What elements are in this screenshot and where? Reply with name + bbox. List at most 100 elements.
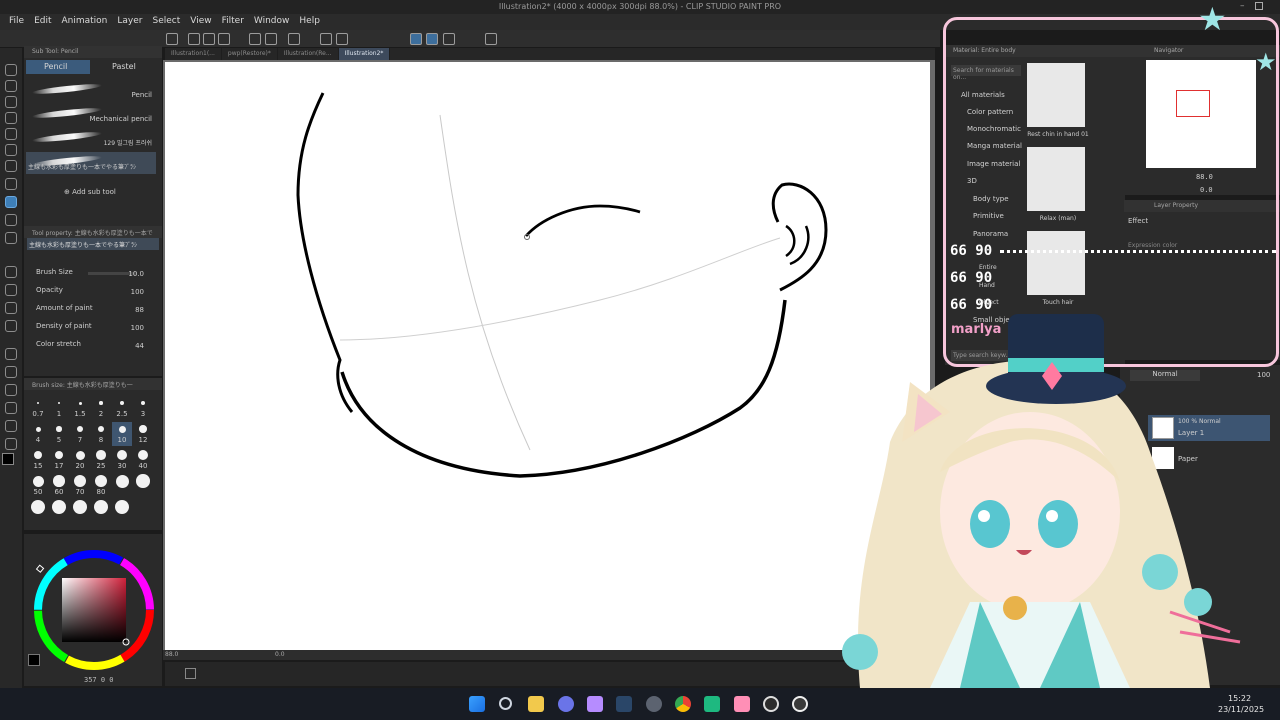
balloon-tool-icon[interactable] <box>5 420 17 432</box>
brush-size-option[interactable]: 30 <box>112 448 132 472</box>
lasso-tool-icon[interactable] <box>5 144 17 156</box>
brush-size-option[interactable]: 2 <box>91 396 111 420</box>
brush-size-option[interactable] <box>28 500 48 524</box>
brush-size-option[interactable]: 25 <box>91 448 111 472</box>
prop-opacity-value[interactable]: 100 <box>131 288 144 296</box>
document-tab[interactable]: Illustration2* <box>338 48 391 60</box>
app-star-icon[interactable] <box>587 696 603 712</box>
operation-tool-icon[interactable] <box>5 96 17 108</box>
menu-window[interactable]: Window <box>249 14 295 30</box>
eraser-tool-icon[interactable] <box>5 266 17 278</box>
prop-amount-value[interactable]: 88 <box>135 306 144 314</box>
undo-icon[interactable] <box>249 33 261 45</box>
brush-size-option[interactable] <box>112 474 132 498</box>
brush-size-option[interactable]: 50 <box>28 474 48 498</box>
pen-pressure-icon[interactable] <box>443 33 455 45</box>
brush-size-option[interactable] <box>49 500 69 524</box>
selection-tool-icon[interactable] <box>5 128 17 140</box>
brush-size-option[interactable] <box>133 474 153 498</box>
text-tool-icon[interactable] <box>5 402 17 414</box>
canvas-paper[interactable] <box>165 62 930 650</box>
brush-size-option[interactable]: 8 <box>91 422 111 446</box>
brush-size-option[interactable]: 70 <box>70 474 90 498</box>
file-explorer-icon[interactable] <box>528 696 544 712</box>
blend-tool-icon[interactable] <box>5 284 17 296</box>
status-angle[interactable]: 0.0 <box>275 651 285 658</box>
reference-icon[interactable] <box>485 33 497 45</box>
prop-brush-size-value[interactable]: 10.0 <box>128 270 144 278</box>
steam-icon[interactable] <box>616 696 632 712</box>
settings-gear-icon[interactable] <box>646 696 662 712</box>
search-icon[interactable] <box>499 697 512 710</box>
obs-icon[interactable] <box>763 696 779 712</box>
pencil-tool-icon[interactable] <box>5 196 17 208</box>
brush-tool-icon[interactable] <box>5 214 17 226</box>
app-pink-icon[interactable] <box>734 696 750 712</box>
menu-animation[interactable]: Animation <box>57 14 113 30</box>
transform-icon[interactable] <box>320 33 332 45</box>
snap-grid-icon[interactable] <box>426 33 438 45</box>
brush-size-option[interactable]: 17 <box>49 448 69 472</box>
brush-item-129[interactable]: 129 밀그림 프러쉬 <box>26 128 156 150</box>
brush-size-option[interactable]: 40 <box>133 448 153 472</box>
home-icon[interactable] <box>166 33 178 45</box>
brush-item-mechanical-pencil[interactable]: Mechanical pencil <box>26 104 156 126</box>
brush-size-option[interactable]: 2.5 <box>112 396 132 420</box>
brush-item-selected[interactable]: 主線も水彩も厚塗りも一本でやる筆ﾌﾞﾗｼ <box>26 152 156 174</box>
menu-view[interactable]: View <box>185 14 216 30</box>
brush-size-option[interactable]: 15 <box>28 448 48 472</box>
add-sub-tool-button[interactable]: ⊕ Add sub tool <box>64 188 116 196</box>
taskbar-time[interactable]: 15:22 <box>1228 694 1251 703</box>
brush-size-option[interactable]: 80 <box>91 474 111 498</box>
brush-size-option[interactable]: 5 <box>49 422 69 446</box>
tab-pastel[interactable]: Pastel <box>94 60 158 74</box>
menu-help[interactable]: Help <box>294 14 325 30</box>
clip-studio-icon[interactable] <box>792 696 808 712</box>
brush-size-option[interactable]: 3 <box>133 396 153 420</box>
brush-size-option[interactable]: 10 <box>112 422 132 446</box>
deselect-icon[interactable] <box>336 33 348 45</box>
new-canvas-icon[interactable] <box>188 33 200 45</box>
color-wheel[interactable] <box>32 548 156 672</box>
save-icon[interactable] <box>218 33 230 45</box>
menu-select[interactable]: Select <box>147 14 185 30</box>
clear-icon[interactable] <box>288 33 300 45</box>
airbrush-tool-icon[interactable] <box>5 232 17 244</box>
eyedropper-tool-icon[interactable] <box>5 160 17 172</box>
snap-ruler-icon[interactable] <box>410 33 422 45</box>
document-tab[interactable]: pwp(Restore)* <box>222 48 278 60</box>
brush-size-option[interactable] <box>91 500 111 524</box>
main-color-swatch[interactable] <box>2 453 14 465</box>
brush-size-option[interactable]: 0.7 <box>28 396 48 420</box>
gradient-tool-icon[interactable] <box>5 320 17 332</box>
timeline-icon[interactable] <box>185 668 196 679</box>
brush-size-option[interactable]: 60 <box>49 474 69 498</box>
zoom-tool-icon[interactable] <box>5 64 17 76</box>
move-tool-icon[interactable] <box>5 112 17 124</box>
correct-line-tool-icon[interactable] <box>5 438 17 450</box>
brush-size-option[interactable]: 4 <box>28 422 48 446</box>
prop-density-value[interactable]: 100 <box>131 324 144 332</box>
app-green-icon[interactable] <box>704 696 720 712</box>
discord-icon[interactable] <box>558 696 574 712</box>
maximize-button[interactable] <box>1255 2 1263 10</box>
ruler-tool-icon[interactable] <box>5 384 17 396</box>
brush-size-option[interactable] <box>112 500 132 524</box>
start-icon[interactable] <box>469 696 485 712</box>
taskbar-date[interactable]: 23/11/2025 <box>1218 705 1264 714</box>
brush-size-option[interactable]: 1.5 <box>70 396 90 420</box>
frame-tool-icon[interactable] <box>5 366 17 378</box>
open-icon[interactable] <box>203 33 215 45</box>
menu-layer[interactable]: Layer <box>112 14 147 30</box>
brush-size-option[interactable]: 20 <box>70 448 90 472</box>
brush-size-option[interactable] <box>70 500 90 524</box>
menu-filter[interactable]: Filter <box>217 14 249 30</box>
shape-tool-icon[interactable] <box>5 348 17 360</box>
status-zoom[interactable]: 88.0 <box>165 651 178 658</box>
brush-size-option[interactable]: 7 <box>70 422 90 446</box>
document-tab[interactable]: Illustration1(... <box>165 48 222 60</box>
pen-tool-icon[interactable] <box>5 178 17 190</box>
main-color-chip[interactable] <box>28 654 40 666</box>
menu-file[interactable]: File <box>4 14 29 30</box>
brush-size-option[interactable]: 12 <box>133 422 153 446</box>
